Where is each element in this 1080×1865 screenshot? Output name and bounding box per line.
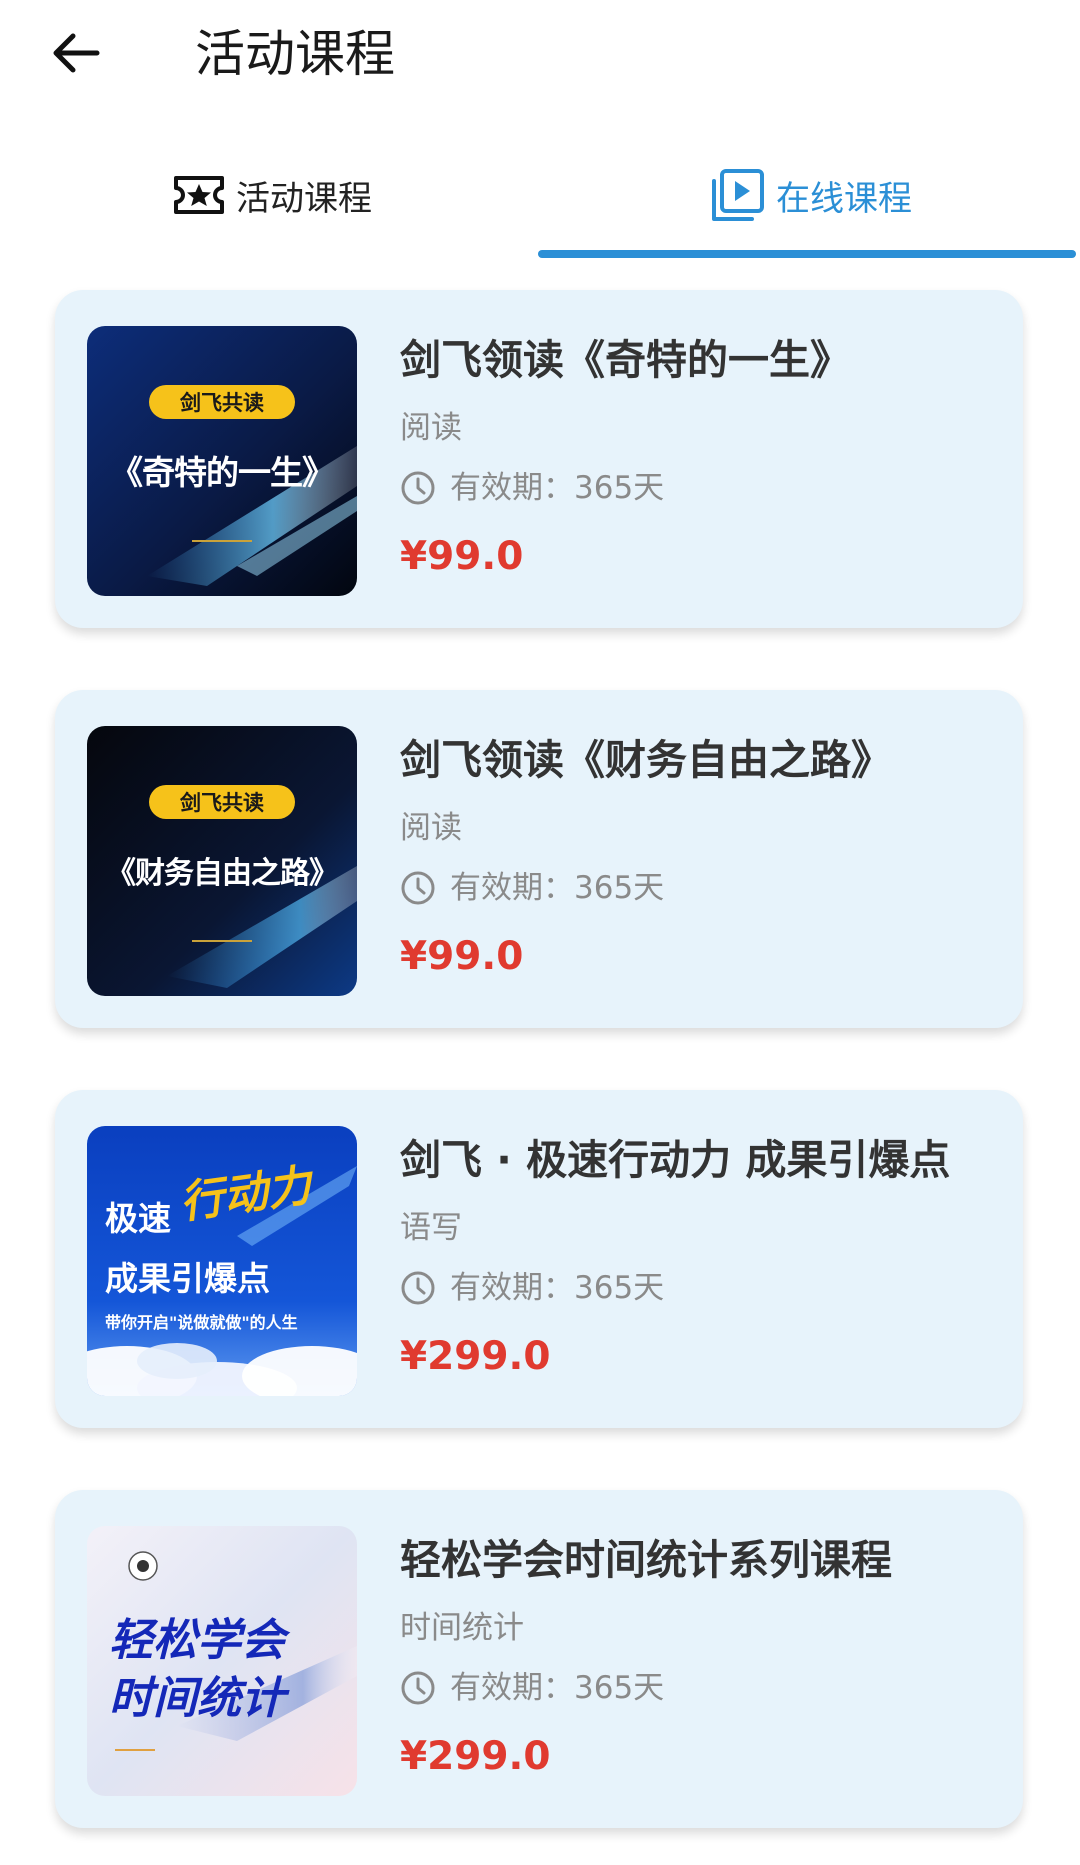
course-price: ¥299.0 [400,1734,551,1779]
validity-text: 有效期：365天 [450,870,665,906]
course-cover-image: 剑飞共读 《财务自由之路》 [87,726,357,996]
course-category: 阅读 [400,410,462,446]
course-cover-image: 剑飞共读 《奇特的一生》 [87,326,357,596]
course-category: 阅读 [400,810,462,846]
tab-label: 活动课程 [236,178,372,219]
course-card[interactable]: 轻松学会 时间统计 轻松学会时间统计系列课程 时间统计 有效期：365天 ¥29… [55,1490,1023,1828]
cover-headline: 《奇特的一生》 [110,453,335,492]
course-cover-image: 极速 行动力 成果引爆点 带你开启"说做就做"的人生 [87,1126,357,1396]
course-title: 剑飞领读《财务自由之路》 [400,736,892,784]
back-button[interactable] [40,20,110,90]
tab-bar: 活动课程 在线课程 [0,140,1080,260]
course-validity: 有效期：365天 [400,1668,664,1708]
page-title: 活动课程 [195,25,395,83]
cover-badge: 剑飞共读 [180,791,264,815]
course-price: ¥299.0 [400,1334,551,1379]
course-card[interactable]: 剑飞共读 《财务自由之路》 剑飞领读《财务自由之路》 阅读 有效期：365天 ¥… [55,690,1023,1028]
tab-activity-courses[interactable]: 活动课程 [172,160,372,230]
course-validity: 有效期：365天 [400,1268,664,1308]
app-header: 活动课程 [0,0,1080,120]
tab-label: 在线课程 [776,178,912,219]
tab-online-courses[interactable]: 在线课程 [710,160,912,230]
course-title: 剑飞领读《奇特的一生》 [400,336,851,384]
arrow-left-icon [49,31,101,79]
course-title: 剑飞 · 极速行动力 成果引爆点 [400,1136,951,1184]
course-cover-image: 轻松学会 时间统计 [87,1526,357,1796]
course-category: 语写 [400,1210,462,1246]
active-tab-indicator [538,250,1076,258]
cover-line2: 成果引爆点 [105,1259,270,1298]
validity-text: 有效期：365天 [450,1670,665,1706]
course-validity: 有效期：365天 [400,468,664,508]
ticket-star-icon [172,174,226,216]
cover-badge: 剑飞共读 [180,391,264,415]
course-price: ¥99.0 [400,934,524,979]
cover-headline: 《财务自由之路》 [106,856,339,891]
cover-line1: 极速 [105,1199,171,1238]
cover-tagline: 带你开启"说做就做"的人生 [105,1313,298,1332]
course-card[interactable]: 极速 行动力 成果引爆点 带你开启"说做就做"的人生 剑飞 · 极速行动力 成果… [55,1090,1023,1428]
clock-icon [400,1270,436,1306]
cover-line2: 时间统计 [109,1673,285,1724]
course-category: 时间统计 [400,1610,524,1646]
course-price: ¥99.0 [400,534,524,579]
clock-icon [400,470,436,506]
clock-icon [400,870,436,906]
validity-text: 有效期：365天 [450,470,665,506]
cover-line1: 轻松学会 [109,1615,285,1666]
play-video-icon [710,167,766,223]
course-title: 轻松学会时间统计系列课程 [400,1536,892,1584]
course-validity: 有效期：365天 [400,868,664,908]
clock-icon [400,1670,436,1706]
validity-text: 有效期：365天 [450,1270,665,1306]
course-card[interactable]: 剑飞共读 《奇特的一生》 剑飞领读《奇特的一生》 阅读 有效期：365天 ¥99… [55,290,1023,628]
